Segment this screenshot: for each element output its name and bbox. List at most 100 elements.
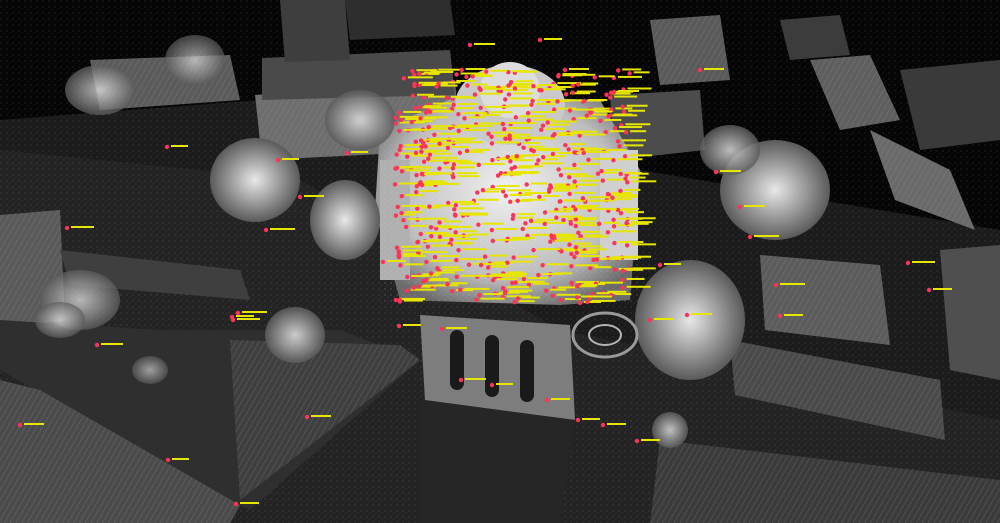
target-label-mark <box>506 122 525 125</box>
survey-target-marker-icon <box>462 116 467 121</box>
target-label-mark <box>535 102 556 105</box>
survey-target-marker-icon <box>569 264 574 269</box>
survey-target-marker-icon <box>747 234 753 240</box>
target-label-mark <box>513 133 530 136</box>
target-label-mark <box>428 95 446 98</box>
target-label-mark <box>619 126 643 129</box>
survey-target-marker-icon <box>475 190 480 195</box>
target-label-mark <box>481 274 505 277</box>
target-label-mark <box>416 93 434 96</box>
target-label-mark <box>387 260 406 262</box>
target-label-mark <box>420 190 439 193</box>
survey-target-marker-icon <box>454 257 459 263</box>
survey-target-marker-icon <box>622 154 628 159</box>
target-label-mark <box>579 207 597 210</box>
survey-target-marker-icon <box>419 182 425 188</box>
survey-target-marker-icon <box>418 138 424 143</box>
target-label-mark <box>457 162 479 165</box>
survey-target-marker-icon <box>524 182 529 187</box>
survey-target-marker-icon <box>411 285 416 290</box>
target-label-mark <box>626 255 652 258</box>
target-label-mark <box>569 68 589 70</box>
target-label-mark <box>625 123 651 126</box>
survey-target-marker-icon <box>421 95 427 100</box>
survey-target-marker-icon <box>521 276 527 282</box>
target-label-mark <box>754 235 779 237</box>
target-label-mark <box>596 292 617 295</box>
target-label-mark <box>434 225 454 228</box>
survey-target-marker-icon <box>396 323 402 329</box>
target-label-mark <box>624 171 642 174</box>
survey-target-marker-icon <box>418 104 423 110</box>
target-label-mark <box>512 70 530 73</box>
survey-target-marker-icon <box>582 98 587 104</box>
survey-target-marker-icon <box>550 293 555 298</box>
target-label-mark <box>438 68 463 71</box>
survey-target-marker-icon <box>427 152 433 157</box>
target-label-mark <box>614 95 638 98</box>
survey-target-marker-icon <box>476 162 481 168</box>
survey-target-marker-icon <box>598 118 603 124</box>
survey-target-marker-icon <box>567 242 572 247</box>
survey-target-marker-icon <box>585 299 590 305</box>
target-label-mark <box>476 74 493 77</box>
target-label-mark <box>468 116 485 119</box>
survey-target-marker-icon <box>456 111 461 117</box>
survey-target-marker-icon <box>575 283 580 289</box>
survey-target-marker-icon <box>397 110 402 116</box>
target-label-mark <box>624 211 644 214</box>
target-label-mark <box>518 300 535 303</box>
survey-target-marker-icon <box>453 202 459 208</box>
survey-target-marker-icon <box>476 222 481 227</box>
target-label-mark <box>311 415 331 417</box>
survey-target-marker-icon <box>525 110 531 116</box>
survey-target-marker-icon <box>547 187 552 192</box>
target-label-mark <box>535 147 560 150</box>
survey-target-marker-icon <box>777 313 783 319</box>
target-label-mark <box>609 130 626 133</box>
target-label-mark <box>509 171 529 174</box>
target-label-mark <box>484 105 510 108</box>
target-label-mark <box>561 99 586 102</box>
target-label-mark <box>443 234 469 237</box>
survey-target-marker-icon <box>567 175 572 180</box>
target-label-mark <box>465 68 486 71</box>
target-label-mark <box>630 130 647 133</box>
target-label-mark <box>606 178 625 181</box>
survey-target-marker-icon <box>444 95 449 101</box>
target-label-mark <box>423 284 448 287</box>
target-label-mark <box>416 69 438 72</box>
survey-target-marker-icon <box>297 194 303 200</box>
target-label-mark <box>579 245 602 248</box>
survey-target-marker-icon <box>542 210 548 215</box>
target-label-mark <box>582 82 599 85</box>
target-label-mark <box>614 113 633 116</box>
survey-target-marker-icon <box>588 265 593 271</box>
survey-target-marker-icon <box>474 297 479 302</box>
survey-target-marker-icon <box>415 239 421 245</box>
survey-target-marker-icon <box>542 221 547 227</box>
target-label-mark <box>582 230 601 233</box>
target-label-mark <box>496 383 513 385</box>
target-label-mark <box>535 218 556 221</box>
survey-target-marker-icon <box>554 215 559 220</box>
target-label-mark <box>511 236 535 239</box>
target-label-mark <box>432 125 454 128</box>
target-label-mark <box>399 182 420 185</box>
target-label-mark <box>532 118 554 121</box>
target-label-mark <box>554 239 572 242</box>
survey-target-marker-icon <box>513 115 519 120</box>
survey-target-marker-icon <box>573 245 579 250</box>
survey-target-marker-icon <box>436 81 441 86</box>
target-label-mark <box>604 118 622 121</box>
survey-target-marker-icon <box>576 82 581 87</box>
target-label-mark <box>101 343 123 345</box>
target-label-mark <box>434 109 452 112</box>
target-label-mark <box>546 123 570 126</box>
survey-target-marker-icon <box>344 150 350 156</box>
target-label-mark <box>521 198 546 201</box>
target-label-mark <box>622 139 647 142</box>
survey-target-marker-icon <box>512 299 517 305</box>
survey-target-marker-icon <box>570 83 576 88</box>
target-label-mark <box>588 98 608 101</box>
